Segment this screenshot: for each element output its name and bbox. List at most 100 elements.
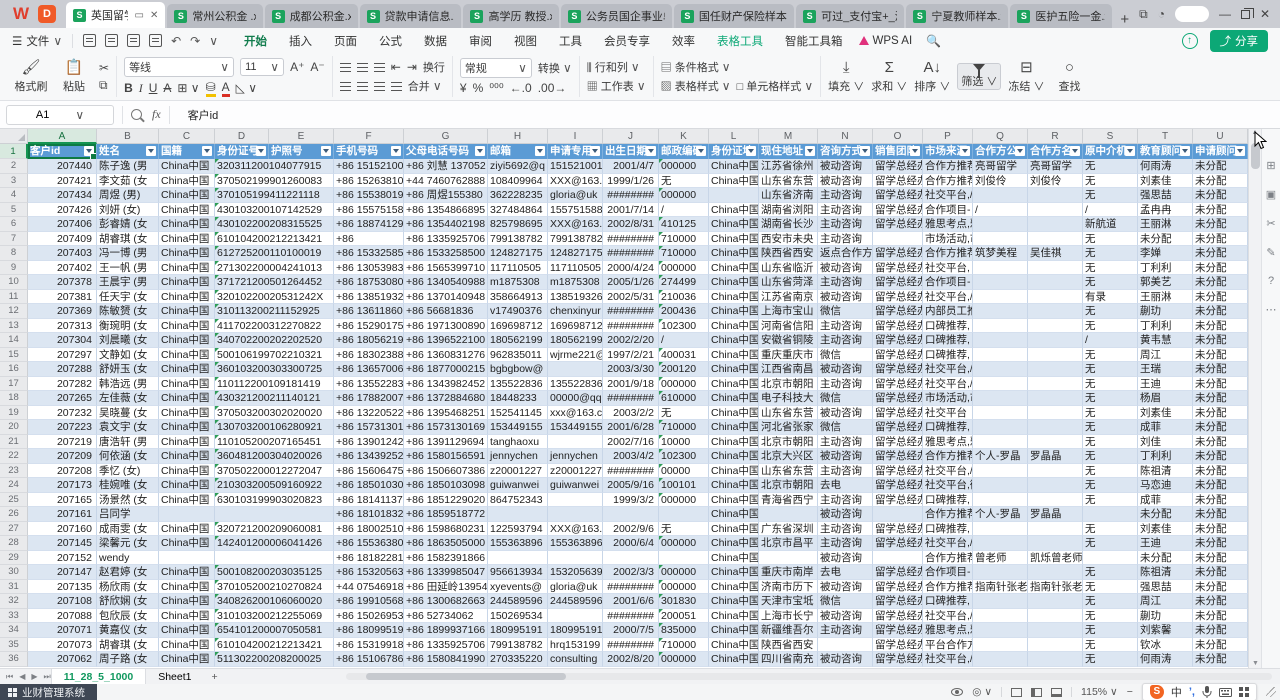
cell[interactable]: 00000	[659, 464, 709, 479]
cell[interactable]: 留学总经办	[873, 348, 923, 363]
cell[interactable]: 河北省张家	[759, 420, 818, 435]
filter-dropdown-icon[interactable]	[146, 146, 156, 156]
cell[interactable]: 合作方推荐	[923, 449, 973, 464]
cell[interactable]: +86 180562199	[334, 333, 404, 348]
cell[interactable]: China中国	[159, 420, 215, 435]
menu-tab[interactable]: 插入	[289, 33, 312, 49]
cell[interactable]	[1028, 188, 1083, 203]
cell[interactable]: China中国	[709, 333, 759, 348]
cell[interactable]: 360103200303300725	[215, 362, 334, 377]
cell[interactable]: 被动咨询	[818, 406, 873, 421]
cell[interactable]: 山东省济南	[759, 188, 818, 203]
cell[interactable]	[709, 188, 759, 203]
cell[interactable]: 无	[1083, 246, 1138, 261]
cell[interactable]: +86 1395468251	[404, 406, 488, 421]
cell[interactable]: +86 1343982452	[404, 377, 488, 392]
cell[interactable]: 710000	[659, 232, 709, 247]
cell[interactable]: 未分配	[1193, 536, 1248, 551]
cell[interactable]	[973, 420, 1028, 435]
header-cell[interactable]: 身份证号	[215, 144, 269, 159]
cell[interactable]	[1028, 565, 1083, 580]
header-cell[interactable]: 原中介机	[1083, 144, 1138, 159]
cell[interactable]: ########	[603, 638, 659, 653]
cell[interactable]: 799138782	[488, 232, 548, 247]
find-button[interactable]: ○查找	[1051, 60, 1087, 94]
cell[interactable]: 合作方推荐	[923, 551, 973, 566]
cell[interactable]: 杨眉	[1138, 391, 1193, 406]
cell[interactable]: +86 1859518772	[404, 507, 488, 522]
cell[interactable]: 207219	[28, 435, 97, 450]
row-header[interactable]: 28	[0, 536, 28, 551]
menu-tab[interactable]: 数据	[424, 33, 447, 49]
cell[interactable]: 未分配	[1193, 522, 1248, 537]
decrease-decimal-icon[interactable]: .00→	[538, 81, 567, 95]
cell[interactable]: 主动咨询	[818, 188, 873, 203]
cell[interactable]: 留学总经办	[873, 536, 923, 551]
cell[interactable]: 留学总经办	[873, 420, 923, 435]
cell[interactable]: 未分配	[1138, 232, 1193, 247]
cell[interactable]: +86 150269534	[334, 609, 404, 624]
cell[interactable]: 150269534	[488, 609, 548, 624]
cell[interactable]: 2000/4/24	[603, 261, 659, 276]
close-tab-icon[interactable]: ✕	[150, 10, 158, 21]
cell[interactable]: +86 1335925706	[404, 638, 488, 653]
cell[interactable]: 2003/3/30	[603, 362, 659, 377]
cell[interactable]: 无	[1083, 478, 1138, 493]
print-icon[interactable]	[105, 34, 118, 47]
cell[interactable]: 黄韦慧	[1138, 333, 1193, 348]
filter-dropdown-icon[interactable]	[646, 146, 656, 156]
cell[interactable]: China中国	[709, 217, 759, 232]
column-header-H[interactable]: H	[488, 129, 548, 144]
filter-button[interactable]: 筛选 ∨	[957, 63, 1001, 90]
cell[interactable]	[1028, 536, 1083, 551]
cell[interactable]: /	[973, 203, 1028, 218]
font-size-select[interactable]: 11∨	[240, 58, 284, 76]
cell[interactable]: 成雨雯 (女	[97, 522, 159, 537]
cell[interactable]: 舒欣娴 (女	[97, 594, 159, 609]
cell[interactable]: China中国	[159, 594, 215, 609]
increase-font-icon[interactable]: A⁺	[290, 60, 304, 74]
cell[interactable]: 市场活动,市	[923, 232, 973, 247]
cell[interactable]: 207165	[28, 493, 97, 508]
cell[interactable]: 重庆市南岸	[759, 565, 818, 580]
justify-icon[interactable]	[391, 82, 402, 91]
cell[interactable]: 未分配	[1138, 551, 1193, 566]
cell[interactable]: +86 183023889	[334, 348, 404, 363]
cell[interactable]: 留学总经办	[873, 478, 923, 493]
cell[interactable]: 371721200501264452	[215, 275, 334, 290]
filter-dropdown-icon[interactable]	[535, 146, 545, 156]
cell[interactable]: +86 1335925706	[404, 232, 488, 247]
document-tab[interactable]: S国任财产保险样本.xlsx	[674, 4, 794, 28]
cell[interactable]	[1028, 420, 1083, 435]
cell[interactable]: +86 1863505000	[404, 536, 488, 551]
cell[interactable]: guiwanwei	[548, 478, 603, 493]
cell[interactable]: 2000/6/4	[603, 536, 659, 551]
apps-grid-icon[interactable]: ⊞	[1266, 159, 1275, 172]
cell[interactable]: 被动咨询	[818, 290, 873, 305]
header-cell[interactable]: 客户id	[28, 144, 97, 159]
cell[interactable]: 李婵	[1138, 246, 1193, 261]
column-header-Q[interactable]: Q	[973, 129, 1028, 144]
cell[interactable]: 无	[659, 174, 709, 189]
cell[interactable]: 主动咨询	[818, 217, 873, 232]
row-header[interactable]: 11	[0, 290, 28, 305]
cell[interactable]: 留学总经办	[873, 565, 923, 580]
cell[interactable]: 陈子逸 (男	[97, 159, 159, 174]
cell[interactable]: 102300	[659, 449, 709, 464]
cell[interactable]: 无	[1083, 464, 1138, 479]
cell[interactable]: +86 153199181	[334, 638, 404, 653]
new-document-button[interactable]: +	[1120, 11, 1129, 28]
indent-decrease-icon[interactable]: ⇤	[391, 60, 401, 74]
help-icon[interactable]: ?	[1268, 275, 1274, 287]
cell[interactable]: 山东省临沂	[759, 261, 818, 276]
cell[interactable]: 主动咨询	[818, 623, 873, 638]
cell[interactable]: 未分配	[1193, 420, 1248, 435]
cell[interactable]: China中国	[159, 638, 215, 653]
cell[interactable]: 无	[1083, 623, 1138, 638]
cell[interactable]: 无	[659, 406, 709, 421]
cell[interactable]: China中国	[709, 449, 759, 464]
header-cell[interactable]: 邮箱	[488, 144, 548, 159]
cell[interactable]: 社交平台,/	[923, 377, 973, 392]
cell[interactable]: 冯一博 (男	[97, 246, 159, 261]
cell[interactable]: China中国	[159, 652, 215, 667]
